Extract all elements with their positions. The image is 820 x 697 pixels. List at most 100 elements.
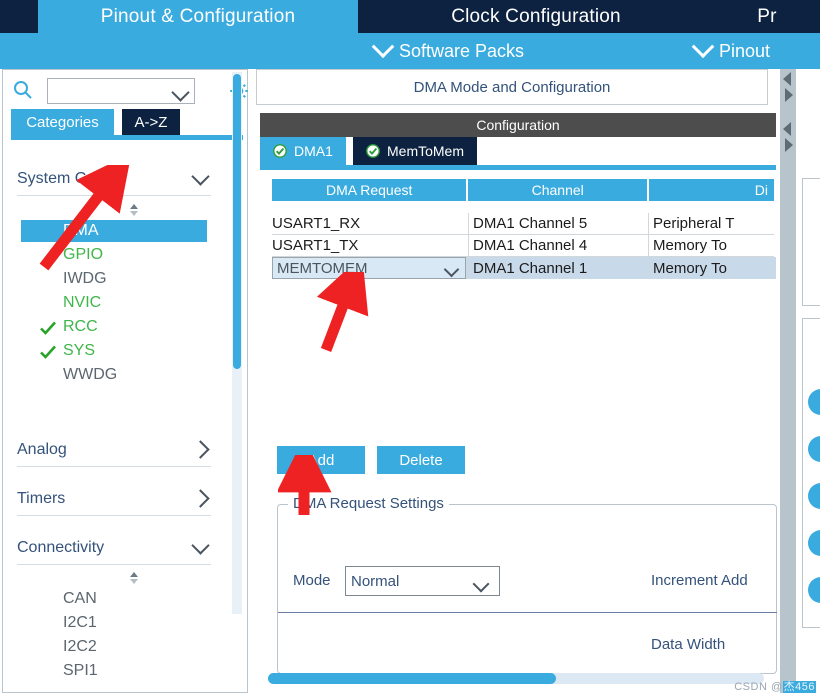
sidebar-item-spi1[interactable]: SPI1 [63,662,98,680]
sidebar-item-spi1-label: SPI1 [63,662,98,679]
column-header-channel-label: Channel [531,182,584,198]
sidebar-group-system-core[interactable]: System Core [17,162,211,196]
column-header-direction[interactable]: Di [648,179,774,201]
mode-label: Mode [293,572,331,589]
column-header-dma-request-label: DMA Request [326,182,413,198]
secondary-toolbar: Software Packs Pinout [0,33,820,69]
cell-direction: Memory To [648,257,774,279]
watermark-prefix: CSDN @ [734,681,783,693]
sidebar-item-rcc-label: RCC [63,318,98,335]
table-row[interactable]: USART1_TX DMA1 Channel 4 Memory To [272,235,776,257]
chevron-down-icon [191,535,210,555]
chevron-down-icon[interactable] [171,83,190,102]
column-header-channel[interactable]: Channel [468,179,647,201]
chevron-down-icon[interactable] [472,575,490,593]
dma-request-combobox[interactable]: MEMTOMEM [272,257,466,279]
sidebar-item-dma[interactable]: DMA [21,220,207,242]
dma-mode-title: DMA Mode and Configuration [256,69,768,105]
chevron-down-icon [371,35,395,59]
check-icon [39,343,57,361]
search-combobox[interactable] [47,78,195,104]
sidebar-group-timers[interactable]: Timers [17,482,211,516]
configuration-tab-underline [260,165,776,170]
chevron-down-icon [191,166,210,186]
delete-button[interactable]: Delete [377,446,465,474]
table-header-row: DMA Request Channel Di [272,179,776,201]
menu-software-packs[interactable]: Software Packs [371,33,525,69]
mode-combobox-value: Normal [351,572,400,590]
dma-mode-title-label: DMA Mode and Configuration [413,78,611,96]
sidebar-item-i2c2[interactable]: I2C2 [63,638,97,656]
sidebar-group-connectivity-label: Connectivity [17,538,105,556]
watermark: CSDN @杰456 [734,678,816,694]
sidebar-item-can[interactable]: CAN [63,590,97,608]
chevron-right-icon [191,440,210,459]
cell-direction: Memory To [648,235,774,257]
chip-outline-top [802,178,820,306]
table-row[interactable]: USART1_RX DMA1 Channel 5 Peripheral T [272,213,776,235]
cell-dma-request-editor[interactable]: MEMTOMEM [272,257,468,279]
column-header-direction-label: Di [754,182,768,198]
cell-direction: Peripheral T [648,213,774,235]
cell-channel: DMA1 Channel 4 [468,235,648,257]
sidebar-group-system-core-label: System Core [17,169,110,187]
sidebar-item-nvic-label: NVIC [63,294,102,311]
data-width-label: Data Width [651,636,726,653]
sidebar-item-wwdg[interactable]: WWDG [63,366,117,384]
column-header-dma-request[interactable]: DMA Request [272,179,467,201]
sidebar-scrollbar-thumb[interactable] [233,74,241,369]
sidebar-item-sys-label: SYS [63,342,96,359]
sidebar-group-analog[interactable]: Analog [17,433,211,467]
sidebar-item-iwdg[interactable]: IWDG [63,270,107,288]
sidebar-item-i2c2-label: I2C2 [63,638,97,655]
sidebar-item-rcc[interactable]: RCC [63,318,98,336]
chevron-down-icon[interactable] [443,261,460,278]
tab-memtomem[interactable]: MemToMem [353,137,478,165]
cell-channel: DMA1 Channel 1 [468,257,648,279]
peripheral-sidebar: Categories A->Z System Core DMA GPIO IWD… [2,69,248,693]
tab-clock-configuration[interactable]: Clock Configuration [360,0,712,33]
cell-dma-request: USART1_RX [272,213,468,235]
sidebar-item-iwdg-label: IWDG [63,270,107,287]
sidebar-tab-a-to-z[interactable]: A->Z [122,109,180,135]
sidebar-item-sys[interactable]: SYS [63,342,95,360]
sort-updown-icon[interactable] [126,202,142,218]
peripheral-category-list: System Core DMA GPIO IWDG NVIC RCC SYS W… [11,140,243,686]
sort-updown-icon[interactable] [126,570,142,586]
sidebar-item-i2c1[interactable]: I2C1 [63,614,97,632]
tab-project-manager-label: Pr [757,5,777,27]
menu-software-packs-label: Software Packs [399,40,525,61]
sidebar-group-analog-label: Analog [17,440,67,458]
splitter-collapse-arrows-bottom[interactable] [780,119,796,169]
tab-dma1[interactable]: DMA1 [260,137,346,165]
dma-request-table: DMA Request Channel Di USART1_RX DMA1 Ch… [272,179,776,279]
sidebar-tab-categories[interactable]: Categories [11,109,114,135]
sidebar-item-gpio-label: GPIO [63,246,104,263]
mode-combobox[interactable]: Normal [345,566,500,596]
cell-dma-request: USART1_TX [272,235,468,257]
sidebar-item-dma-label: DMA [63,222,99,239]
check-circle-icon [273,144,287,158]
horizontal-scrollbar-thumb[interactable] [268,673,556,684]
table-row-selected[interactable]: MEMTOMEM DMA1 Channel 1 Memory To [272,257,776,279]
add-button[interactable]: Add [277,446,365,474]
sidebar-item-can-label: CAN [63,590,97,607]
tab-clock-configuration-label: Clock Configuration [451,5,621,27]
menu-pinout-label: Pinout [719,40,771,61]
table-header-gap [272,201,776,213]
sidebar-tab-a-to-z-label: A->Z [134,113,168,131]
check-circle-icon [366,144,380,158]
settings-divider [278,612,777,613]
sidebar-item-gpio[interactable]: GPIO [63,246,103,264]
search-input[interactable] [48,79,174,103]
tab-pinout-and-configuration[interactable]: Pinout & Configuration [38,0,358,33]
tab-dma1-label: DMA1 [294,143,333,159]
sidebar-group-connectivity[interactable]: Connectivity [17,531,211,565]
sidebar-item-nvic[interactable]: NVIC [63,294,101,312]
splitter-collapse-arrows-top[interactable] [780,69,796,119]
sidebar-group-timers-label: Timers [17,489,66,507]
configuration-header: Configuration [260,113,776,137]
menu-pinout[interactable]: Pinout [691,33,771,69]
tab-project-manager[interactable]: Pr [714,0,820,33]
tab-pinout-and-configuration-label: Pinout & Configuration [100,5,296,27]
